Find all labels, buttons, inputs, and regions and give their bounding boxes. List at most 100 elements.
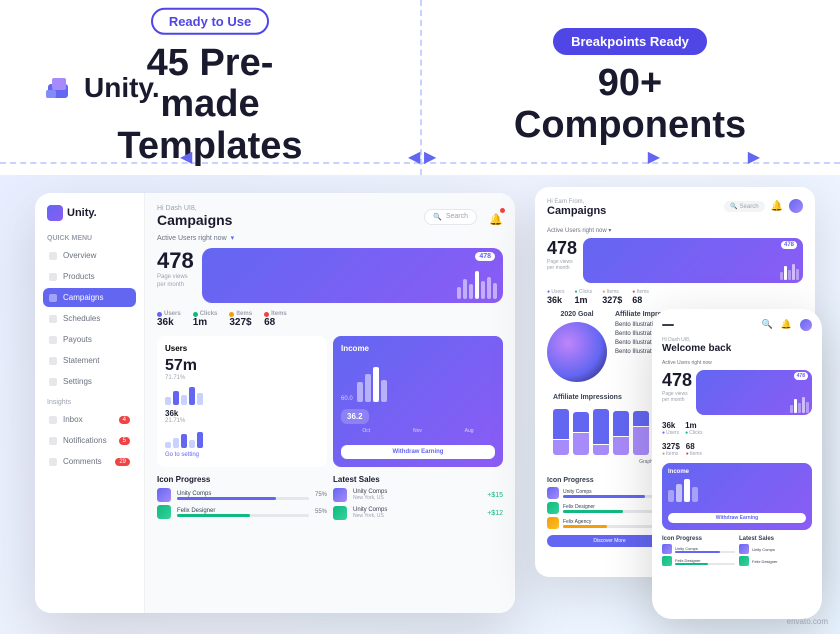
- latest-sales-title: Latest Sales: [333, 475, 503, 484]
- withdraw-button[interactable]: Withdraw Earning: [341, 445, 495, 459]
- tablet-goal-section: 2020 Goal: [547, 311, 607, 382]
- phone-mockup: 🔍 🔔 Hi Dash UI8, Welcome back Active Use…: [652, 309, 822, 619]
- bottom-row: Icon Progress Unity Comps 75%: [157, 475, 503, 524]
- dashboard-content: Hi Dash UI8, Campaigns 🔍 Search 🔔: [145, 193, 515, 613]
- phone-search-icon[interactable]: 🔍: [762, 319, 773, 331]
- main-chart: 478: [202, 248, 503, 303]
- sidebar-logo-text: Unity.: [67, 207, 97, 219]
- phone-income-card: Income Withdraw Earning: [662, 463, 812, 530]
- tablet-search[interactable]: 🔍 Search: [724, 201, 764, 212]
- phone-withdraw-btn[interactable]: Withdraw Earning: [668, 513, 806, 523]
- progress-avatar-2: [157, 505, 171, 519]
- go-to-setting[interactable]: Go to setting: [165, 452, 319, 458]
- icon-progress-card: Icon Progress Unity Comps 75%: [157, 475, 327, 524]
- sale-sub-1: New York, US: [353, 495, 481, 501]
- stat-sub: Page views per month: [157, 274, 194, 290]
- sidebar-comments[interactable]: Comments 29: [43, 452, 136, 471]
- tablet-metrics: ● Users 36k ● Clicks 1m ● Items 327$ ● I…: [547, 289, 803, 305]
- sale-sub-2: New York, US: [353, 513, 481, 519]
- sidebar-payouts[interactable]: Payouts: [43, 330, 136, 349]
- tablet-bell-icon[interactable]: 🔔: [771, 201, 783, 212]
- progress-bar-2: [177, 514, 309, 517]
- top-area: Unity. Ready to Use 45 Pre-made Template…: [0, 0, 840, 175]
- sidebar-notifications[interactable]: Notifications 5: [43, 431, 136, 450]
- stats-area: 478 Page views per month 478: [157, 248, 503, 303]
- active-users-label: Active Users right now ▾: [157, 234, 503, 242]
- phone-bottom-row: Icon Progress Unity Comps Felix Designer: [662, 536, 812, 566]
- ready-to-use-badge: Ready to Use: [151, 7, 269, 34]
- new-users-sub: 21.71%: [165, 418, 319, 424]
- phone-chart: 478: [696, 370, 812, 415]
- phone-chart-bars: [790, 397, 809, 413]
- sidebar-campaigns[interactable]: Campaigns: [43, 288, 136, 307]
- phone-menu-icon: [662, 324, 674, 326]
- tablet-metric-revenue: ● Items 327$: [602, 289, 622, 305]
- right-heading: 90+ Components: [514, 63, 746, 147]
- sale-item-2: Unity Comps New York, US +$12: [333, 506, 503, 520]
- tablet-prog-avatar-1: [547, 487, 559, 499]
- metrics-row: Users 36k Clicks 1m Items 327$ Items 68: [157, 311, 503, 328]
- progress-item-2: Felix Designer 55%: [157, 505, 327, 519]
- phone-stats: 478 Page viewsper month 478: [662, 370, 812, 415]
- phone-avatar: [800, 319, 812, 331]
- phone-metric-users: 36k ● Users: [662, 421, 679, 436]
- tablet-stat-sub: Page viewsper month: [547, 259, 577, 271]
- tablet-metric-users: ● Users 36k: [547, 289, 564, 305]
- dashboard-header: Hi Dash UI8, Campaigns 🔍 Search 🔔: [157, 205, 503, 228]
- bottom-cards: Users 57m 71.71% 36k 21.71%: [157, 336, 503, 467]
- breakpoints-badge: Breakpoints Ready: [553, 28, 707, 55]
- progress-bar-1: [177, 497, 309, 500]
- phone-prog-1: Unity Comps: [662, 544, 735, 554]
- search-text: Search: [446, 213, 468, 220]
- sale-avatar-2: [333, 506, 347, 520]
- metric-users: Users 36k: [157, 311, 181, 328]
- phone-bell-icon[interactable]: 🔔: [781, 319, 792, 331]
- tablet-prog-avatar-2: [547, 502, 559, 514]
- phone-metric-items: 68 ● Items: [686, 442, 702, 457]
- users-card-title: Users: [165, 344, 319, 353]
- progress-avatar-1: [157, 488, 171, 502]
- sidebar-settings[interactable]: Settings: [43, 372, 136, 391]
- sidebar-schedules[interactable]: Schedules: [43, 309, 136, 328]
- goal-ball: [547, 322, 607, 382]
- sale-avatar-1: [333, 488, 347, 502]
- arrow-center-left-icon: ◀: [408, 147, 420, 167]
- phone-welcome: Welcome back: [662, 343, 812, 354]
- users-card-value: 57m: [165, 357, 319, 375]
- sidebar-inbox[interactable]: Inbox 4: [43, 410, 136, 429]
- metric-revenue: Items 327$: [229, 311, 252, 328]
- metric-items: Items 68: [264, 311, 287, 328]
- tablet-big-stat: 478: [547, 238, 577, 259]
- phone-active-label: Active Users right now: [662, 360, 812, 366]
- phone-latest-sales: Latest Sales Unity Comps Felix Designer: [739, 536, 812, 566]
- sidebar-statement[interactable]: Statement: [43, 351, 136, 370]
- sidebar-insight-label: Insights: [47, 399, 136, 406]
- phone-metric-clicks: 1m ● Clicks: [685, 421, 702, 436]
- tablet-header-right: 🔍 Search 🔔: [724, 199, 803, 213]
- income-months: OctNovAug: [341, 428, 495, 434]
- phone-big-stat-section: 478 Page viewsper month: [662, 370, 692, 415]
- progress-pct-1: 75%: [315, 492, 327, 498]
- progress-pct-2: 55%: [315, 509, 327, 515]
- phone-big-stat: 478: [662, 370, 692, 391]
- tablet-title: Campaigns: [547, 205, 606, 217]
- arrow-far-right-icon: ▶: [748, 147, 760, 167]
- sale-amount-2: +$12: [487, 510, 503, 517]
- progress-name-2: Felix Designer: [177, 508, 309, 514]
- bell-icon[interactable]: 🔔: [489, 210, 503, 224]
- tablet-metric-clicks: ● Clicks 1m: [574, 289, 592, 305]
- top-left-panel: Unity. Ready to Use 45 Pre-made Template…: [0, 0, 420, 175]
- arrow-left-icon: ◀: [180, 147, 192, 167]
- sale-item-1: Unity Comps New York, US +$15: [333, 488, 503, 502]
- sidebar-products[interactable]: Products: [43, 267, 136, 286]
- users-mini-chart: [165, 385, 319, 405]
- big-stat-section: 478 Page views per month: [157, 248, 194, 303]
- users-sub: 71.71%: [165, 375, 319, 381]
- dashboard-greeting: Hi Dash UI8,: [157, 205, 232, 212]
- income-card-title: Income: [341, 344, 495, 353]
- latest-sales-card: Latest Sales Unity Comps New York, US +$…: [333, 475, 503, 524]
- sidebar-overview[interactable]: Overview: [43, 246, 136, 265]
- phone-metrics: 36k ● Users 1m ● Clicks: [662, 421, 812, 436]
- search-box[interactable]: 🔍 Search: [424, 209, 477, 225]
- search-icon: 🔍: [433, 213, 442, 221]
